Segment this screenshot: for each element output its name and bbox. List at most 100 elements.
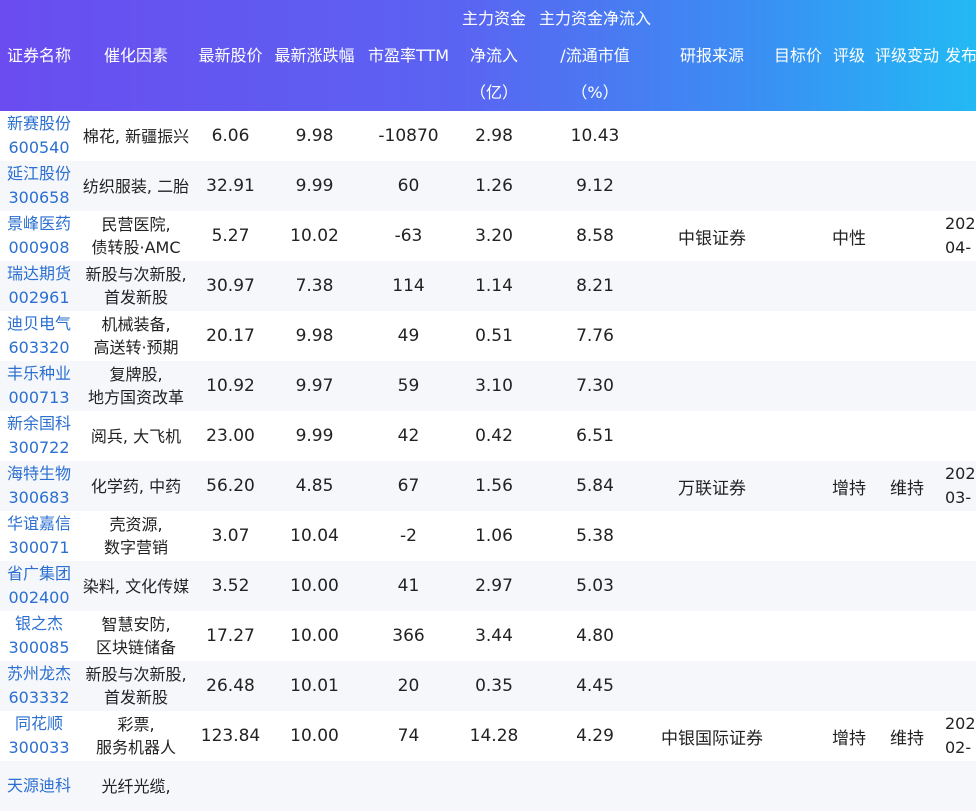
- security-code[interactable]: 300033: [0, 736, 78, 760]
- security-name[interactable]: 瑞达期货: [0, 262, 78, 286]
- table-row[interactable]: 同花顺 300033 彩票, 服务机器人 123.84 10.00 74 14.28 4.29 中…: [0, 711, 976, 761]
- target-cell: [767, 761, 829, 811]
- security-code[interactable]: 603320: [0, 336, 78, 360]
- catalyst-cell: 复牌股, 地方国资改革: [78, 361, 194, 411]
- rating-cell: 增持: [832, 478, 866, 499]
- col-ratio[interactable]: 主力资金净流入 /流通市值 （%）: [533, 0, 657, 111]
- catalyst-line1: 纺织服装, 二胎: [82, 176, 190, 196]
- catalyst-cell: 化学药, 中药: [78, 461, 194, 511]
- security-cell[interactable]: 天源迪科: [0, 761, 78, 811]
- security-code[interactable]: 000908: [0, 236, 78, 260]
- security-code[interactable]: 603332: [0, 686, 78, 710]
- security-name[interactable]: 苏州龙杰: [0, 662, 78, 686]
- security-name[interactable]: 同花顺: [0, 712, 78, 736]
- table-row[interactable]: 瑞达期货 002961 新股与次新股, 首发新股 30.97 7.38 114 1.14 8.2…: [0, 261, 976, 311]
- security-code[interactable]: 300683: [0, 486, 78, 510]
- price-cell: 56.20: [206, 476, 255, 496]
- col-name[interactable]: 证券名称: [0, 0, 78, 111]
- security-name[interactable]: 丰乐种业: [0, 362, 78, 386]
- flow-cell: 0.42: [475, 426, 513, 446]
- col-publish[interactable]: 发布: [945, 0, 976, 111]
- security-code[interactable]: 002961: [0, 286, 78, 310]
- change-cell: 10.00: [290, 576, 339, 596]
- pe-cell: 366: [392, 626, 425, 646]
- publish-cell: [945, 661, 976, 711]
- security-cell[interactable]: 海特生物 300683: [0, 461, 78, 511]
- col-change[interactable]: 最新涨跌幅: [267, 0, 362, 111]
- flow-cell: 14.28: [469, 726, 519, 746]
- security-cell[interactable]: 延江股份 300658: [0, 161, 78, 211]
- table-row[interactable]: 华谊嘉信 300071 壳资源, 数字营销 3.07 10.04 -2 1.06 5.38: [0, 511, 976, 561]
- security-name[interactable]: 银之杰: [0, 612, 78, 636]
- catalyst-line1: 壳资源,: [109, 515, 163, 534]
- rating-cell: [829, 661, 869, 711]
- security-name[interactable]: 迪贝电气: [0, 312, 78, 336]
- table-row[interactable]: 新余国科 300722 阅兵, 大飞机 23.00 9.99 42 0.42 6.51: [0, 411, 976, 461]
- flow-cell: 0.35: [475, 676, 513, 696]
- security-name[interactable]: 华谊嘉信: [0, 512, 78, 536]
- source-cell: [657, 761, 767, 811]
- security-name[interactable]: 延江股份: [0, 162, 78, 186]
- pe-cell: 60: [397, 176, 420, 196]
- security-name[interactable]: 新赛股份: [0, 112, 78, 136]
- security-code[interactable]: 600540: [0, 136, 78, 160]
- table-row[interactable]: 景峰医药 000908 民营医院, 债转股·AMC 5.27 10.02 -63 3.20 8.…: [0, 211, 976, 261]
- flow-cell: 3.10: [475, 376, 513, 396]
- price-cell: 5.27: [211, 226, 250, 246]
- table-row[interactable]: 天源迪科 光纤光缆,: [0, 761, 976, 811]
- security-code[interactable]: 000713: [0, 386, 78, 410]
- table-row[interactable]: 延江股份 300658 纺织服装, 二胎 32.91 9.99 60 1.26 9.12: [0, 161, 976, 211]
- security-name[interactable]: 海特生物: [0, 462, 78, 486]
- security-name[interactable]: 景峰医药: [0, 212, 78, 236]
- security-cell[interactable]: 景峰医药 000908: [0, 211, 78, 261]
- col-source[interactable]: 研报来源: [657, 0, 767, 111]
- source-cell: [657, 661, 767, 711]
- change-cell: 7.38: [295, 276, 334, 296]
- table-row[interactable]: 银之杰 300085 智慧安防, 区块链储备 17.27 10.00 366 3.44 4.80: [0, 611, 976, 661]
- publish-line1: 202: [945, 714, 976, 733]
- col-target[interactable]: 目标价: [767, 0, 829, 111]
- col-flow[interactable]: 主力资金 净流入 （亿）: [455, 0, 533, 111]
- security-cell[interactable]: 新余国科 300722: [0, 411, 78, 461]
- col-catalyst[interactable]: 催化因素: [78, 0, 194, 111]
- table-row[interactable]: 省广集团 002400 染料, 文化传媒 3.52 10.00 41 2.97 5.03: [0, 561, 976, 611]
- security-cell[interactable]: 省广集团 002400: [0, 561, 78, 611]
- security-code[interactable]: 300085: [0, 636, 78, 660]
- rating-change-cell: [869, 211, 945, 261]
- security-cell[interactable]: 迪贝电气 603320: [0, 311, 78, 361]
- security-name[interactable]: 省广集团: [0, 562, 78, 586]
- security-code[interactable]: 300658: [0, 186, 78, 210]
- security-cell[interactable]: 银之杰 300085: [0, 611, 78, 661]
- catalyst-cell: 新股与次新股, 首发新股: [78, 661, 194, 711]
- security-code[interactable]: 300071: [0, 536, 78, 560]
- col-rating[interactable]: 评级: [829, 0, 869, 111]
- security-name[interactable]: 天源迪科: [0, 774, 78, 798]
- col-rating-change[interactable]: 评级变动: [869, 0, 945, 111]
- table-row[interactable]: 海特生物 300683 化学药, 中药 56.20 4.85 67 1.56 5.84 万联证券…: [0, 461, 976, 511]
- publish-cell: [945, 761, 976, 811]
- security-name[interactable]: 新余国科: [0, 412, 78, 436]
- security-cell[interactable]: 华谊嘉信 300071: [0, 511, 78, 561]
- table-row[interactable]: 丰乐种业 000713 复牌股, 地方国资改革 10.92 9.97 59 3.10 7.30: [0, 361, 976, 411]
- table-row[interactable]: 迪贝电气 603320 机械装备, 高送转·预期 20.17 9.98 49 0.51 7.76: [0, 311, 976, 361]
- col-price[interactable]: 最新股价: [194, 0, 267, 111]
- table-row[interactable]: 苏州龙杰 603332 新股与次新股, 首发新股 26.48 10.01 20 0.35 4.4…: [0, 661, 976, 711]
- table-row[interactable]: 新赛股份 600540 棉花, 新疆振兴 6.06 9.98 -10870 2.98 10.4…: [0, 111, 976, 161]
- rating-change-cell: [869, 311, 945, 361]
- security-cell[interactable]: 苏州龙杰 603332: [0, 661, 78, 711]
- rating-cell: [829, 761, 869, 811]
- source-cell: [657, 611, 767, 661]
- ratio-cell: 5.38: [576, 526, 614, 546]
- catalyst-cell: 智慧安防, 区块链储备: [78, 611, 194, 661]
- security-code[interactable]: 300722: [0, 436, 78, 460]
- security-cell[interactable]: 新赛股份 600540: [0, 111, 78, 161]
- security-cell[interactable]: 瑞达期货 002961: [0, 261, 78, 311]
- security-cell[interactable]: 同花顺 300033: [0, 711, 78, 761]
- catalyst-line2: 首发新股: [103, 288, 168, 307]
- col-pe[interactable]: 市盈率TTM: [362, 0, 455, 111]
- catalyst-line1: 复牌股,: [109, 365, 163, 384]
- security-code[interactable]: 002400: [0, 586, 78, 610]
- price-cell: 10.92: [206, 376, 255, 396]
- security-cell[interactable]: 丰乐种业 000713: [0, 361, 78, 411]
- catalyst-line1: 光纤光缆,: [101, 776, 171, 796]
